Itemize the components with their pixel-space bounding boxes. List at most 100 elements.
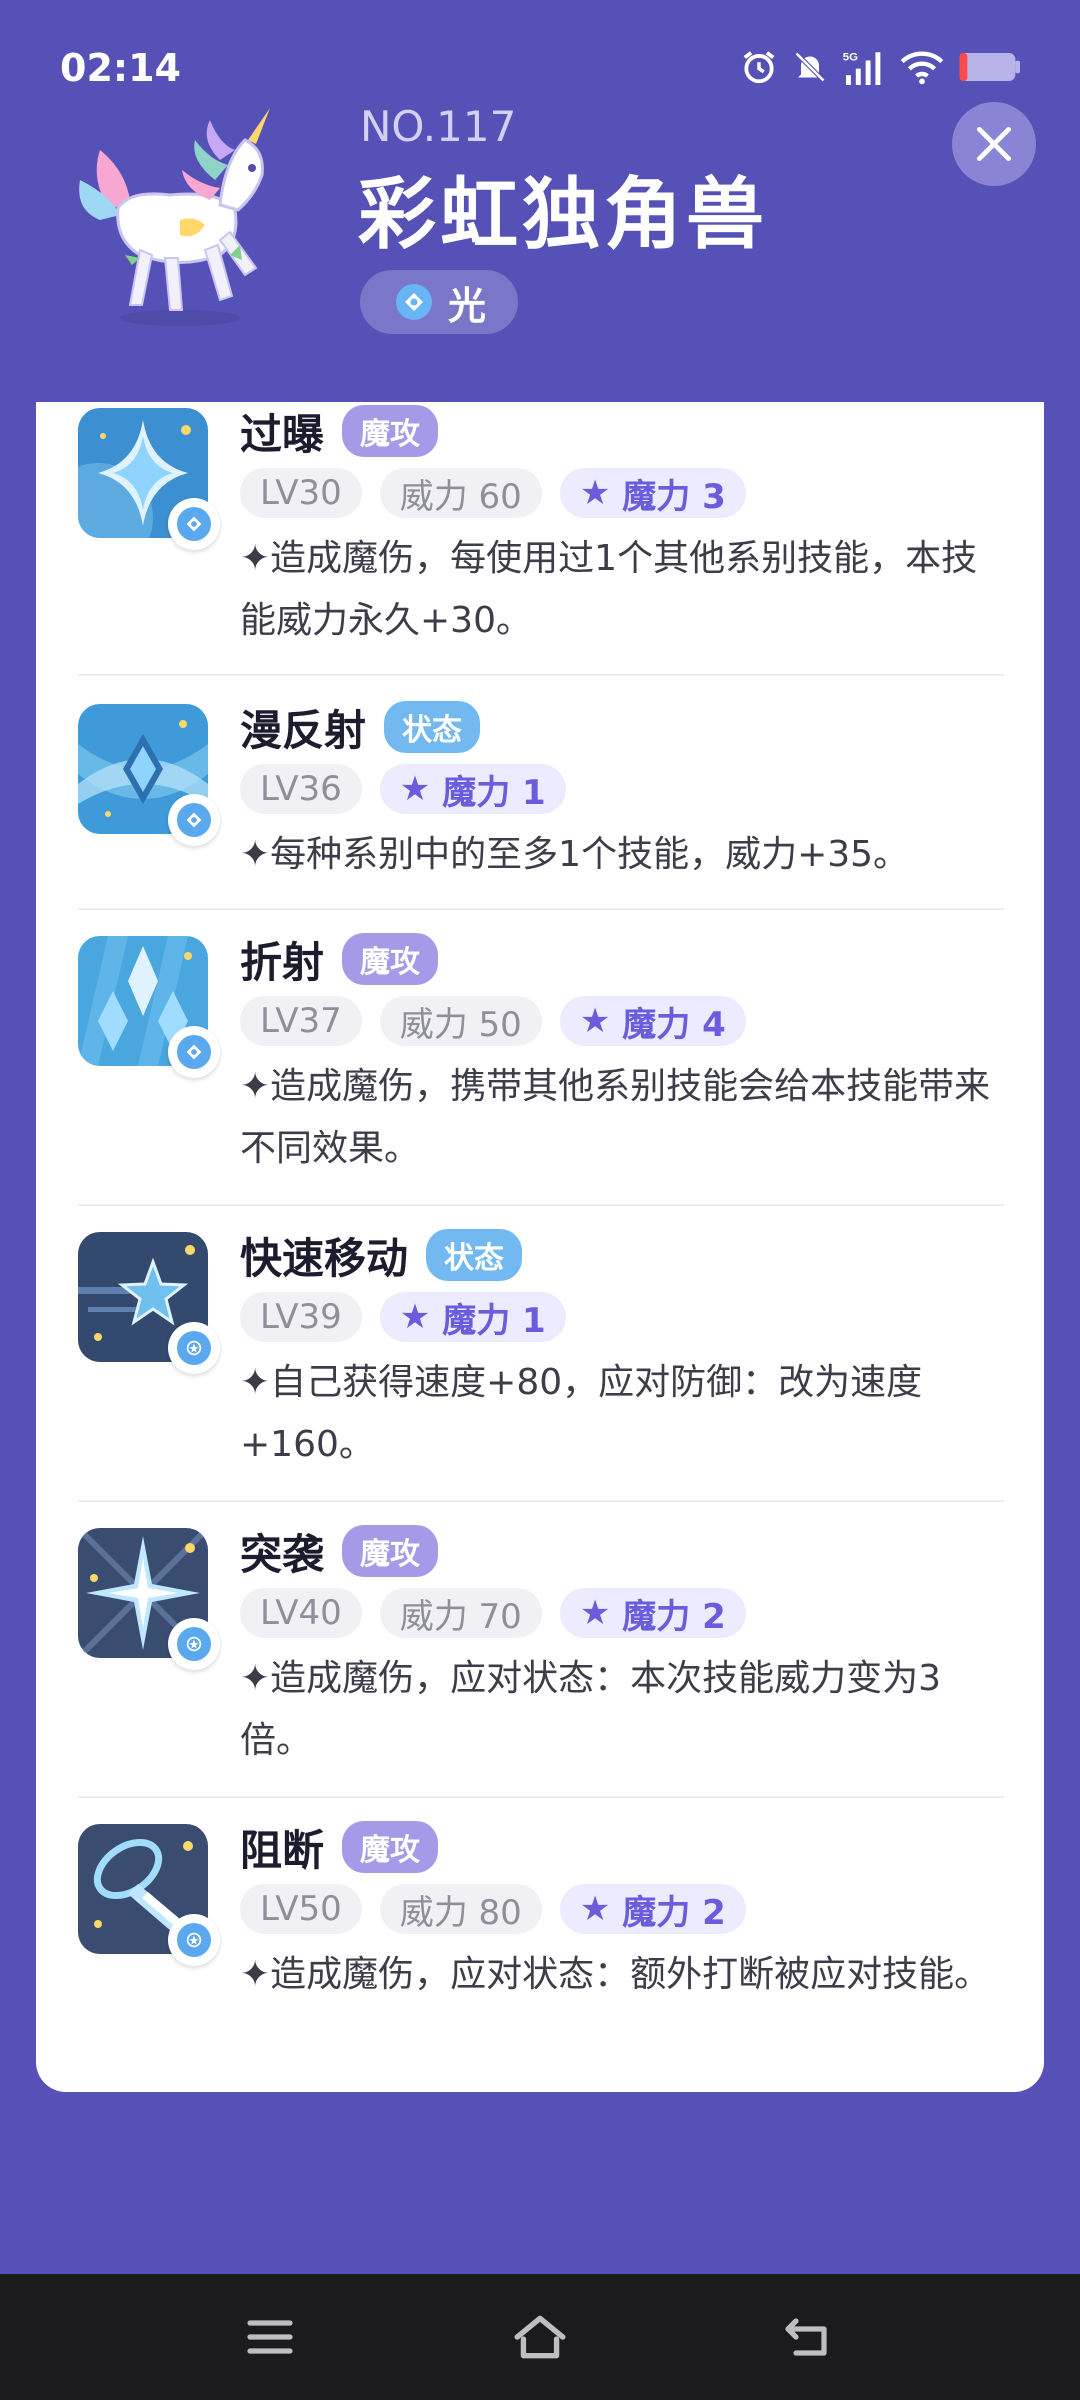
star-icon: ★ <box>579 473 611 513</box>
star-icon: ★ <box>579 1001 611 1041</box>
skill-row[interactable]: 突袭 魔攻 LV40 威力 70 ★ 魔力 2 ✦造成魔伤，应对状态：本次技能威力… <box>75 1502 1004 1798</box>
back-icon <box>785 2318 827 2356</box>
home-icon <box>514 2315 566 2359</box>
skill-row[interactable]: 阻断 魔攻 LV50 威力 80 ★ 魔力 2 ✦造成魔伤，应对状态：额外打断被应… <box>78 1798 1004 2092</box>
skill-row[interactable]: 漫反射 状态 LV36 ★ 魔力 1 ✦每种系别中的至多1个技能，威力+35。 <box>78 676 1004 910</box>
signal-icon: 5G <box>843 51 881 85</box>
skill-power: 威力 50 <box>379 996 542 1046</box>
skill-name: 快速移动 <box>240 1233 409 1283</box>
skill-list[interactable]: 过曝 魔攻 LV30 威力 60 ★ 魔力 3 ✦造成魔伤，每使用过1个其他系别技… <box>36 402 1044 2092</box>
skill-name: 过曝 <box>240 409 325 459</box>
element-label: 光 <box>448 283 487 328</box>
skill-row[interactable]: 过曝 魔攻 LV30 威力 60 ★ 魔力 3 ✦造成魔伤，每使用过1个其他系别技… <box>43 402 1004 676</box>
skill-title-line: 阻断 魔攻 <box>240 1818 1004 1876</box>
skill-name: 漫反射 <box>240 705 367 755</box>
skill-level: LV37 <box>240 996 362 1046</box>
skill-level: LV39 <box>240 1292 362 1342</box>
skill-stats: LV36 ★ 魔力 1 <box>240 762 1004 816</box>
skill-stats: LV50 威力 80 ★ 魔力 2 <box>240 1882 1004 1936</box>
skill-mana-value: 魔力 2 <box>622 1596 726 1637</box>
skill-description: ✦造成魔伤，每使用过1个其他系别技能，本技能威力永久+30。 <box>240 538 978 641</box>
skill-level: LV36 <box>240 764 362 814</box>
skill-mana: ★ 魔力 1 <box>379 1292 566 1342</box>
skill-mana: ★ 魔力 1 <box>379 764 566 814</box>
skill-mana-value: 魔力 1 <box>442 772 546 813</box>
skill-level: LV40 <box>240 1588 362 1638</box>
alarm-icon <box>743 51 775 84</box>
skill-type-badge: 魔攻 <box>342 1821 439 1873</box>
skill-stats: LV37 威力 50 ★ 魔力 4 <box>240 994 1004 1048</box>
skill-title-line: 突袭 魔攻 <box>240 1522 1004 1580</box>
system-nav-bar <box>0 2274 1080 2400</box>
skill-body: 阻断 魔攻 LV50 威力 80 ★ 魔力 2 ✦造成魔伤，应对状态：额外打断被应… <box>240 1818 1004 2006</box>
element-badge: 光 <box>360 270 518 334</box>
skill-body: 快速移动 状态 LV39 ★ 魔力 1 ✦自己获得速度+80，应对防御：改为速度+… <box>240 1226 1004 1476</box>
skill-body: 突袭 魔攻 LV40 威力 70 ★ 魔力 2 ✦造成魔伤，应对状态：本次技能威力… <box>240 1522 1004 1772</box>
skill-icon-wrap <box>78 936 220 1078</box>
nav-home-button[interactable] <box>505 2302 575 2372</box>
pet-number: NO.117 <box>360 102 517 151</box>
skill-body: 折射 魔攻 LV37 威力 50 ★ 魔力 4 ✦造成魔伤，携带其他系别技能会给本… <box>240 930 1004 1180</box>
skill-stats: LV30 威力 60 ★ 魔力 3 <box>240 466 1004 520</box>
skill-description: ✦每种系别中的至多1个技能，威力+35。 <box>240 834 910 875</box>
skill-mana: ★ 魔力 4 <box>559 996 746 1046</box>
light-element-icon <box>396 284 432 320</box>
bell-off-icon <box>794 51 826 83</box>
skill-level: LV30 <box>240 468 362 518</box>
skill-body: 漫反射 状态 LV36 ★ 魔力 1 ✦每种系别中的至多1个技能，威力+35。 <box>240 698 1004 886</box>
skill-level: LV50 <box>240 1884 362 1934</box>
menu-icon <box>247 2320 293 2354</box>
star-icon: ★ <box>579 1593 611 1633</box>
skill-mana-value: 魔力 4 <box>622 1004 726 1045</box>
skill-type-badge: 魔攻 <box>342 405 439 457</box>
skill-mana: ★ 魔力 2 <box>559 1884 746 1934</box>
skill-element-badge <box>168 1322 220 1374</box>
skill-stats: LV39 ★ 魔力 1 <box>240 1290 1004 1344</box>
skill-element-badge <box>168 498 220 550</box>
star-icon: ★ <box>399 769 431 809</box>
skill-power: 威力 70 <box>379 1588 542 1638</box>
skill-description: ✦造成魔伤，应对状态：额外打断被应对技能。 <box>240 1954 991 1995</box>
close-icon <box>976 126 1012 162</box>
skill-row[interactable]: 折射 魔攻 LV37 威力 50 ★ 魔力 4 ✦造成魔伤，携带其他系别技能会给本… <box>78 910 1004 1206</box>
skill-description: ✦造成魔伤，应对状态：本次技能威力变为3倍。 <box>240 1658 942 1761</box>
skill-title-line: 过曝 魔攻 <box>240 402 1004 460</box>
pet-header: NO.117 彩虹独角兽 光 <box>0 90 1080 400</box>
skill-row[interactable]: 快速移动 状态 LV39 ★ 魔力 1 ✦自己获得速度+80，应对防御：改为速度+… <box>78 1206 1004 1502</box>
skill-icon-wrap <box>78 1824 220 1966</box>
skill-icon-wrap <box>75 1525 220 1670</box>
skill-mana: ★ 魔力 3 <box>559 468 746 518</box>
skill-power: 威力 80 <box>379 1884 542 1934</box>
pet-name: 彩虹独角兽 <box>358 170 769 260</box>
nav-menu-button[interactable] <box>235 2302 305 2372</box>
star-icon: ★ <box>399 1297 431 1337</box>
skill-element-badge <box>168 1026 220 1078</box>
status-time: 02:14 <box>60 46 181 90</box>
skill-description: ✦造成魔伤，携带其他系别技能会给本技能带来不同效果。 <box>240 1066 991 1169</box>
skill-title-line: 折射 魔攻 <box>240 930 1004 988</box>
battery-icon <box>959 53 1020 81</box>
skill-name: 折射 <box>240 937 325 987</box>
skill-type-badge: 魔攻 <box>342 933 439 985</box>
skill-type-badge: 魔攻 <box>342 1525 439 1577</box>
skill-power: 威力 60 <box>379 468 542 518</box>
skill-mana-value: 魔力 2 <box>622 1892 726 1933</box>
skill-description: ✦自己获得速度+80，应对防御：改为速度+160。 <box>240 1362 923 1465</box>
wifi-icon <box>900 51 944 85</box>
skill-icon-wrap <box>78 704 220 846</box>
skill-name: 阻断 <box>240 1825 325 1875</box>
network-label: 5G <box>843 51 858 63</box>
unicorn-portrait <box>79 108 270 326</box>
skill-icon-wrap <box>78 1232 220 1374</box>
status-icons: 5G <box>740 48 1020 86</box>
skill-title-line: 快速移动 状态 <box>240 1226 1004 1284</box>
skill-body: 过曝 魔攻 LV30 威力 60 ★ 魔力 3 ✦造成魔伤，每使用过1个其他系别技… <box>240 402 1004 652</box>
skill-mana-value: 魔力 1 <box>442 1300 546 1341</box>
nav-back-button[interactable] <box>775 2302 845 2372</box>
star-icon: ★ <box>579 1889 611 1929</box>
skill-mana: ★ 魔力 2 <box>559 1588 746 1638</box>
close-button[interactable] <box>952 102 1036 186</box>
skill-element-badge <box>168 1914 220 1966</box>
skill-icon-wrap <box>43 408 220 573</box>
skill-type-badge: 状态 <box>384 701 481 753</box>
